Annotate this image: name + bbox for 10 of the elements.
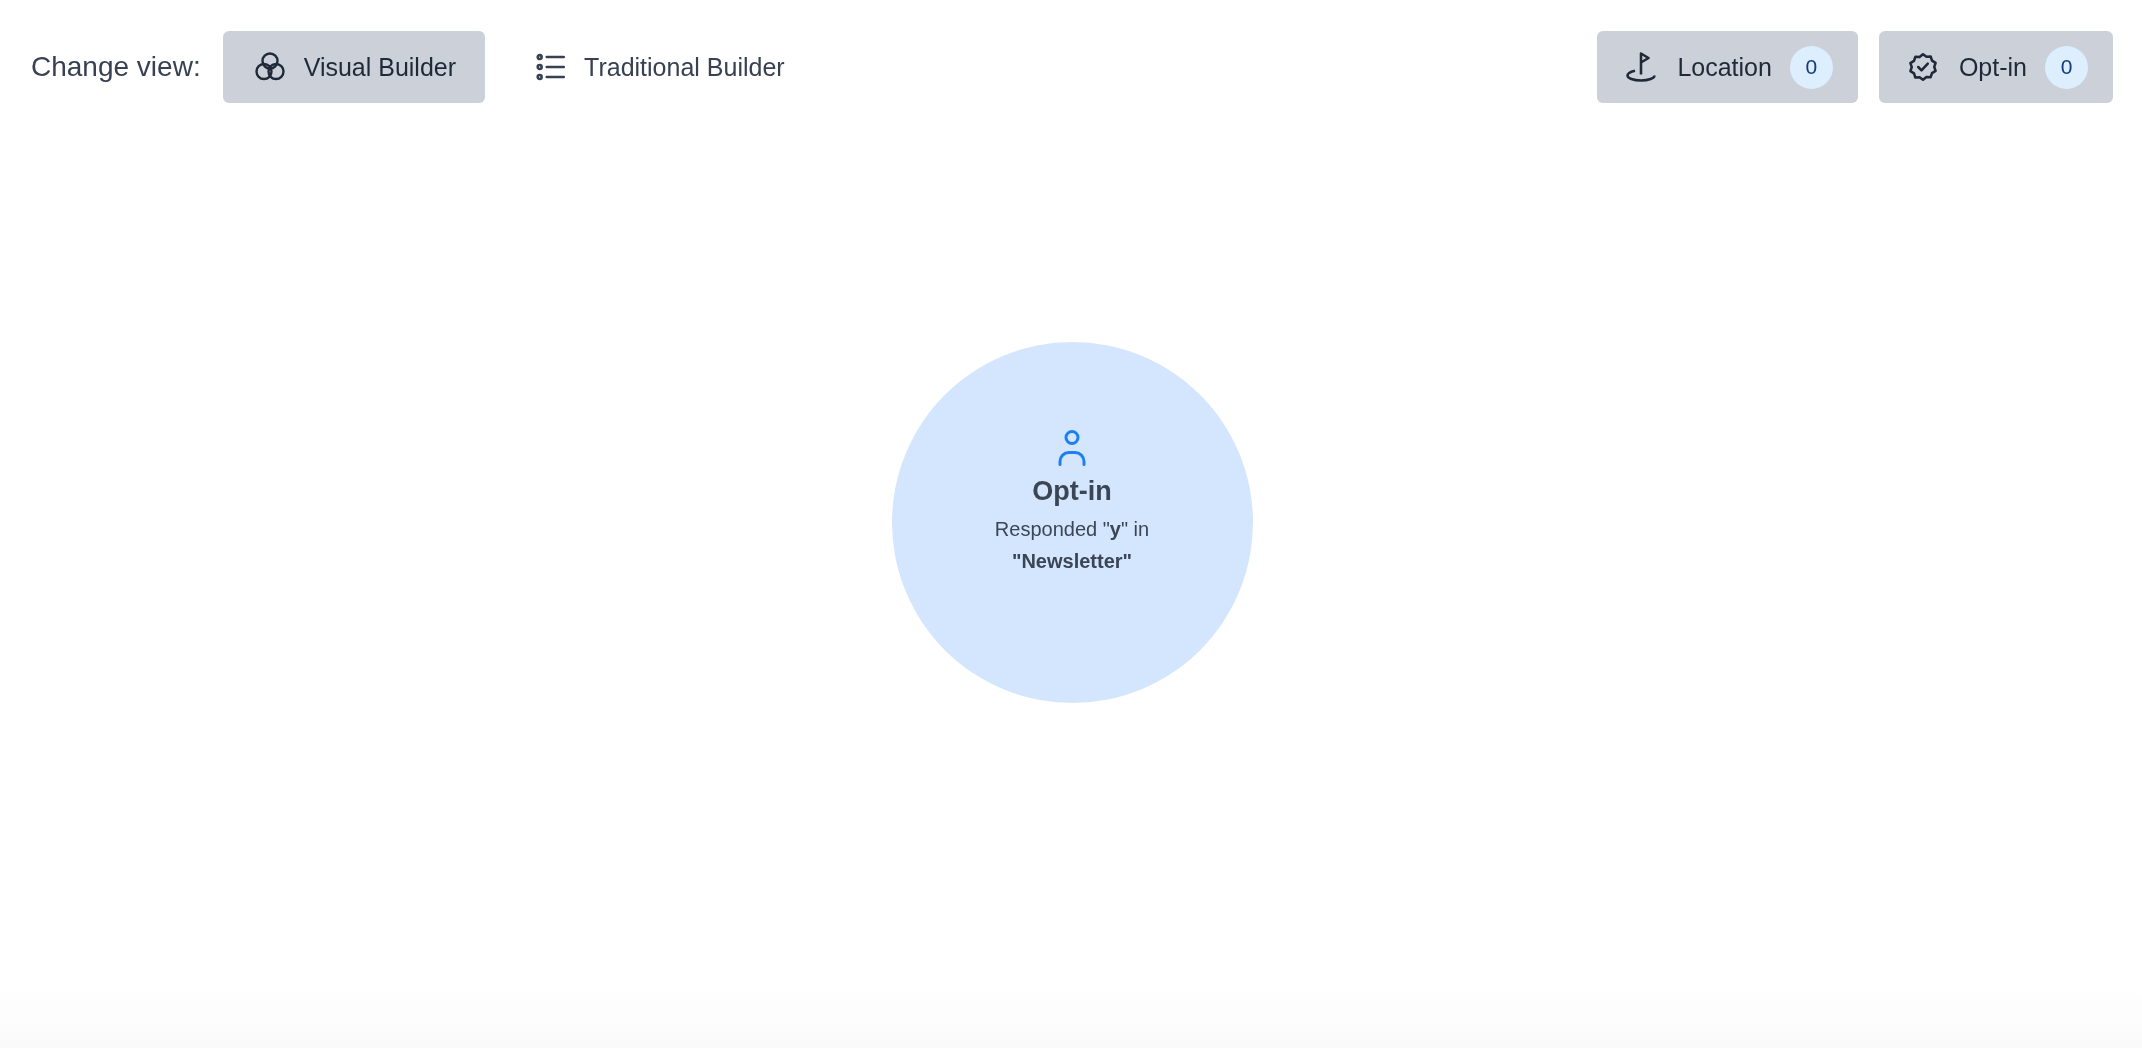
filter-button[interactable]: Location 0 xyxy=(1597,31,1858,103)
change-view-label: Change view: xyxy=(31,51,201,83)
filter-button[interactable]: Opt-in 0 xyxy=(1878,31,2113,103)
node-circle[interactable]: Opt-in Responded "y" in "Newsletter" xyxy=(891,342,1253,703)
node-title: Opt-in xyxy=(1032,476,1112,507)
view-tab[interactable]: Traditional Builder xyxy=(505,31,814,103)
node-description: Responded "y" in "Newsletter" xyxy=(993,517,1151,574)
view-tab[interactable]: Visual Builder xyxy=(222,31,486,103)
count-badge: 0 xyxy=(2045,45,2088,89)
count-badge: 0 xyxy=(1789,45,1833,89)
